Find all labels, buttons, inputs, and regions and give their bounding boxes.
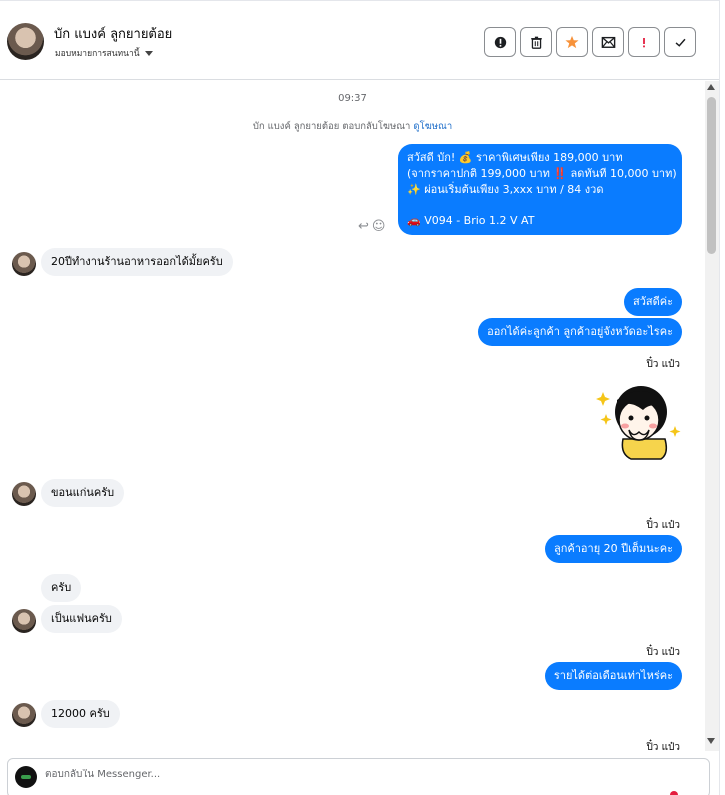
message-thread[interactable]: 09:37 บัก แบงค์ ลูกยายต้อย ตอบกลับโฆษณา … bbox=[0, 81, 705, 751]
agent-name: ปิ๋ว แป๋ว bbox=[646, 742, 680, 751]
reply-icon[interactable]: ↩ bbox=[358, 219, 369, 234]
star-icon bbox=[565, 35, 579, 49]
contact-avatar[interactable] bbox=[7, 23, 44, 60]
report-icon bbox=[494, 36, 506, 48]
message-actions: ↩ ☺ bbox=[358, 219, 385, 234]
caret-down-icon bbox=[144, 50, 153, 56]
scroll-up-arrow-icon[interactable] bbox=[707, 84, 715, 90]
check-icon bbox=[675, 38, 686, 47]
contact-avatar-small[interactable] bbox=[12, 609, 36, 633]
ad-line-2: (จากราคาปกติ 199,000 บาท ‼️ ลดทันที 10,0… bbox=[407, 167, 677, 180]
outgoing-message[interactable]: ลูกค้าอายุ 20 ปีเต็มนะคะ bbox=[545, 535, 682, 563]
incoming-message[interactable]: เป็นแฟนครับ bbox=[41, 605, 122, 633]
header-actions bbox=[484, 27, 696, 57]
mail-unread-icon bbox=[601, 36, 615, 48]
conversation-header: บัก แบงค์ ลูกยายต้อย มอบหมายการสนทนานี้ bbox=[0, 0, 719, 80]
exclamation-icon bbox=[643, 37, 645, 47]
agent-name: ปิ๋ว แป๋ว bbox=[646, 647, 680, 658]
ad-line-4: 🚗 V094 - Brio 1.2 V AT bbox=[407, 214, 535, 227]
sticker-girl-image[interactable] bbox=[593, 374, 683, 464]
contact-avatar-small[interactable] bbox=[12, 482, 36, 506]
ad-line-3: ✨ ผ่อนเริ่มต้นเพียง 3,xxx บาท / 84 งวด bbox=[407, 183, 604, 196]
view-ad-link[interactable]: ดูโฆษณา bbox=[413, 121, 452, 132]
mark-unread-button[interactable] bbox=[592, 27, 624, 57]
ad-reply-note: บัก แบงค์ ลูกยายต้อย ตอบกลับโฆษณา ดูโฆษณ… bbox=[0, 119, 705, 134]
delete-button[interactable] bbox=[520, 27, 552, 57]
ad-reply-text: บัก แบงค์ ลูกยายต้อย ตอบกลับโฆษณา bbox=[252, 121, 411, 132]
incoming-message[interactable]: ขอนแก่นครับ bbox=[41, 479, 125, 507]
mark-done-button[interactable] bbox=[664, 27, 696, 57]
outgoing-message[interactable]: รายได้ต่อเดือนเท่าไหร่คะ bbox=[544, 662, 682, 690]
assign-label: มอบหมายการสนทนานี้ bbox=[55, 49, 140, 59]
outgoing-message[interactable]: สวัสดีค่ะ bbox=[623, 288, 682, 316]
contact-avatar-small[interactable] bbox=[12, 252, 36, 276]
reply-input[interactable] bbox=[45, 769, 645, 780]
assign-conversation-dropdown[interactable]: มอบหมายการสนทนานี้ bbox=[55, 46, 153, 60]
agent-name: ปิ๋ว แป๋ว bbox=[646, 359, 680, 370]
message-composer[interactable] bbox=[7, 758, 710, 795]
incoming-message[interactable]: 20ปีทำงานร้านอาหารออกได้มั้ยครับ bbox=[41, 248, 233, 276]
trash-icon bbox=[530, 36, 542, 49]
report-button[interactable] bbox=[484, 27, 516, 57]
outgoing-message[interactable]: ออกได้ค่ะลูกค้า ลูกค้าอยู่จังหวัดอะไรคะ bbox=[478, 318, 682, 346]
scroll-down-arrow-icon[interactable] bbox=[707, 738, 715, 744]
agent-name: ปิ๋ว แป๋ว bbox=[646, 520, 680, 531]
incoming-message[interactable]: ครับ bbox=[41, 574, 82, 602]
ad-message-bubble[interactable]: สวัสดี บัก! 💰 ราคาพิเศษเพียง 189,000 บาท… bbox=[398, 144, 682, 235]
spam-button[interactable] bbox=[628, 27, 660, 57]
incoming-message[interactable]: 12000 ครับ bbox=[41, 700, 120, 728]
contact-avatar-small[interactable] bbox=[12, 703, 36, 727]
contact-name[interactable]: บัก แบงค์ ลูกยายต้อย bbox=[54, 23, 172, 44]
page-avatar bbox=[15, 766, 37, 788]
ad-line-1: สวัสดี บัก! 💰 ราคาพิเศษเพียง 189,000 บาท bbox=[407, 151, 623, 164]
message-timestamp: 09:37 bbox=[338, 93, 367, 104]
right-panel-edge bbox=[719, 0, 725, 795]
scrollbar-thumb[interactable] bbox=[707, 97, 716, 254]
heart-icon[interactable] bbox=[670, 791, 678, 795]
emoji-icon[interactable]: ☺ bbox=[372, 219, 386, 234]
star-button[interactable] bbox=[556, 27, 588, 57]
